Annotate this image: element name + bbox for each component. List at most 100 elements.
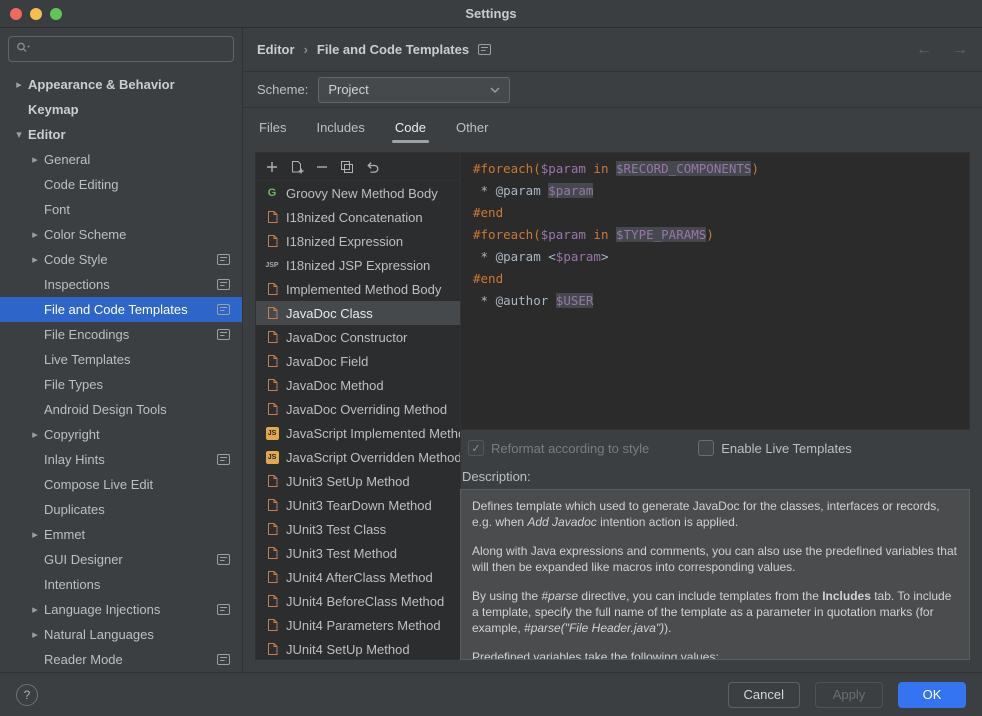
editor-options: ✓ Reformat according to style Enable Liv… bbox=[460, 430, 970, 466]
sidebar-item-intentions[interactable]: Intentions bbox=[0, 572, 242, 597]
forward-button[interactable]: → bbox=[952, 41, 968, 59]
sidebar-item-file-types[interactable]: File Types bbox=[0, 372, 242, 397]
description-label: Description: bbox=[460, 466, 970, 489]
code-line: * @author $USER bbox=[473, 290, 957, 312]
scheme-select[interactable]: Project bbox=[318, 77, 510, 103]
sidebar-item-font[interactable]: Font bbox=[0, 197, 242, 222]
template-item-junit4-setup-method[interactable]: JUnit4 SetUp Method bbox=[256, 637, 460, 659]
sidebar-item-code-editing[interactable]: Code Editing bbox=[0, 172, 242, 197]
description-box[interactable]: Defines template which used to generate … bbox=[460, 489, 970, 660]
template-item-javadoc-field[interactable]: JavaDoc Field bbox=[256, 349, 460, 373]
live-templates-checkbox[interactable] bbox=[698, 440, 714, 456]
sidebar-item-inspections[interactable]: Inspections bbox=[0, 272, 242, 297]
template-item-javadoc-constructor[interactable]: JavaDoc Constructor bbox=[256, 325, 460, 349]
tab-files[interactable]: Files bbox=[259, 108, 286, 146]
sidebar-item-label: Editor bbox=[28, 127, 242, 142]
code-token: $param bbox=[556, 249, 601, 264]
code-line: * @param <$param> bbox=[473, 246, 957, 268]
template-item-junit3-test-class[interactable]: JUnit3 Test Class bbox=[256, 517, 460, 541]
chevron-right-icon[interactable]: ▸ bbox=[26, 253, 44, 266]
sidebar-item-copyright[interactable]: ▸Copyright bbox=[0, 422, 242, 447]
project-level-icon bbox=[217, 604, 230, 615]
help-button[interactable]: ? bbox=[16, 684, 38, 706]
sidebar-item-code-style[interactable]: ▸Code Style bbox=[0, 247, 242, 272]
sidebar-item-keymap[interactable]: Keymap bbox=[0, 97, 242, 122]
sidebar-item-emmet[interactable]: ▸Emmet bbox=[0, 522, 242, 547]
sidebar-item-compose-live-edit[interactable]: Compose Live Edit bbox=[0, 472, 242, 497]
code-token: * @param bbox=[473, 183, 548, 198]
template-item-junit3-test-method[interactable]: JUnit3 Test Method bbox=[256, 541, 460, 565]
sidebar-item-appearance-behavior[interactable]: ▸Appearance & Behavior bbox=[0, 72, 242, 97]
tpl-icon bbox=[264, 642, 280, 656]
template-item-junit4-parameters-method[interactable]: JUnit4 Parameters Method bbox=[256, 613, 460, 637]
sidebar-item-label: Duplicates bbox=[44, 502, 242, 517]
template-item-javadoc-method[interactable]: JavaDoc Method bbox=[256, 373, 460, 397]
template-editor[interactable]: #foreach($param in $RECORD_COMPONENTS) *… bbox=[460, 152, 970, 430]
sidebar-item-label: Natural Languages bbox=[44, 627, 242, 642]
template-item-label: JavaDoc Constructor bbox=[286, 330, 407, 345]
template-item-label: JavaDoc Field bbox=[286, 354, 368, 369]
template-item-i18nized-concatenation[interactable]: I18nized Concatenation bbox=[256, 205, 460, 229]
template-item-javadoc-overriding-method[interactable]: JavaDoc Overriding Method bbox=[256, 397, 460, 421]
chevron-right-icon[interactable]: ▸ bbox=[10, 78, 28, 91]
tab-code[interactable]: Code bbox=[395, 108, 426, 146]
template-item-javascript-overridden-method[interactable]: JSJavaScript Overridden Method bbox=[256, 445, 460, 469]
chevron-right-icon[interactable]: ▸ bbox=[26, 228, 44, 241]
sidebar-item-inlay-hints[interactable]: Inlay Hints bbox=[0, 447, 242, 472]
template-item-implemented-method-body[interactable]: Implemented Method Body bbox=[256, 277, 460, 301]
sidebar-item-duplicates[interactable]: Duplicates bbox=[0, 497, 242, 522]
template-item-javadoc-class[interactable]: JavaDoc Class bbox=[256, 301, 460, 325]
settings-search[interactable] bbox=[8, 36, 234, 62]
chevron-right-icon[interactable]: ▸ bbox=[26, 428, 44, 441]
tpl-icon bbox=[264, 546, 280, 560]
description-paragraph: Along with Java expressions and comments… bbox=[472, 543, 958, 575]
ok-button[interactable]: OK bbox=[898, 682, 966, 708]
sidebar-item-editor[interactable]: ▾Editor bbox=[0, 122, 242, 147]
breadcrumb-item-editor[interactable]: Editor bbox=[257, 42, 295, 57]
chevron-right-icon[interactable]: ▸ bbox=[26, 628, 44, 641]
template-item-i18nized-jsp-expression[interactable]: JSPI18nized JSP Expression bbox=[256, 253, 460, 277]
cancel-button[interactable]: Cancel bbox=[728, 682, 800, 708]
code-token: $param bbox=[548, 183, 593, 198]
reset-template-button[interactable] bbox=[361, 156, 383, 178]
template-item-junit4-afterclass-method[interactable]: JUnit4 AfterClass Method bbox=[256, 565, 460, 589]
remove-template-button[interactable] bbox=[311, 156, 333, 178]
close-button[interactable] bbox=[10, 8, 22, 20]
back-button[interactable]: ← bbox=[916, 41, 932, 59]
description-paragraph: By using the #parse directive, you can i… bbox=[472, 588, 958, 636]
minimize-button[interactable] bbox=[30, 8, 42, 20]
tab-includes[interactable]: Includes bbox=[316, 108, 364, 146]
template-item-junit3-setup-method[interactable]: JUnit3 SetUp Method bbox=[256, 469, 460, 493]
breadcrumb-separator-icon: › bbox=[304, 42, 308, 57]
add-template-button[interactable] bbox=[261, 156, 283, 178]
sidebar-item-reader-mode[interactable]: Reader Mode bbox=[0, 647, 242, 672]
tab-other[interactable]: Other bbox=[456, 108, 489, 146]
sidebar-item-label: Compose Live Edit bbox=[44, 477, 242, 492]
sidebar-item-gui-designer[interactable]: GUI Designer bbox=[0, 547, 242, 572]
search-input[interactable] bbox=[36, 42, 226, 57]
chevron-right-icon[interactable]: ▸ bbox=[26, 153, 44, 166]
copy-template-button[interactable] bbox=[336, 156, 358, 178]
sidebar-item-label: General bbox=[44, 152, 242, 167]
sidebar-item-label: Copyright bbox=[44, 427, 242, 442]
chevron-down-icon[interactable]: ▾ bbox=[10, 128, 28, 141]
template-item-javascript-implemented-method[interactable]: JSJavaScript Implemented Method bbox=[256, 421, 460, 445]
sidebar-item-color-scheme[interactable]: ▸Color Scheme bbox=[0, 222, 242, 247]
template-item-junit3-teardown-method[interactable]: JUnit3 TearDown Method bbox=[256, 493, 460, 517]
add-child-template-button[interactable] bbox=[286, 156, 308, 178]
sidebar-item-natural-languages[interactable]: ▸Natural Languages bbox=[0, 622, 242, 647]
template-item-junit4-beforeclass-method[interactable]: JUnit4 BeforeClass Method bbox=[256, 589, 460, 613]
template-item-groovy-new-method-body[interactable]: GGroovy New Method Body bbox=[256, 181, 460, 205]
template-item-i18nized-expression[interactable]: I18nized Expression bbox=[256, 229, 460, 253]
sidebar-item-live-templates[interactable]: Live Templates bbox=[0, 347, 242, 372]
zoom-button[interactable] bbox=[50, 8, 62, 20]
chevron-right-icon[interactable]: ▸ bbox=[26, 528, 44, 541]
sidebar-item-file-encodings[interactable]: File Encodings bbox=[0, 322, 242, 347]
sidebar-item-file-and-code-templates[interactable]: File and Code Templates bbox=[0, 297, 242, 322]
tpl-icon bbox=[264, 306, 280, 320]
sidebar-item-general[interactable]: ▸General bbox=[0, 147, 242, 172]
sidebar-item-language-injections[interactable]: ▸Language Injections bbox=[0, 597, 242, 622]
sidebar-item-android-design-tools[interactable]: Android Design Tools bbox=[0, 397, 242, 422]
template-item-label: JUnit4 Parameters Method bbox=[286, 618, 441, 633]
chevron-right-icon[interactable]: ▸ bbox=[26, 603, 44, 616]
